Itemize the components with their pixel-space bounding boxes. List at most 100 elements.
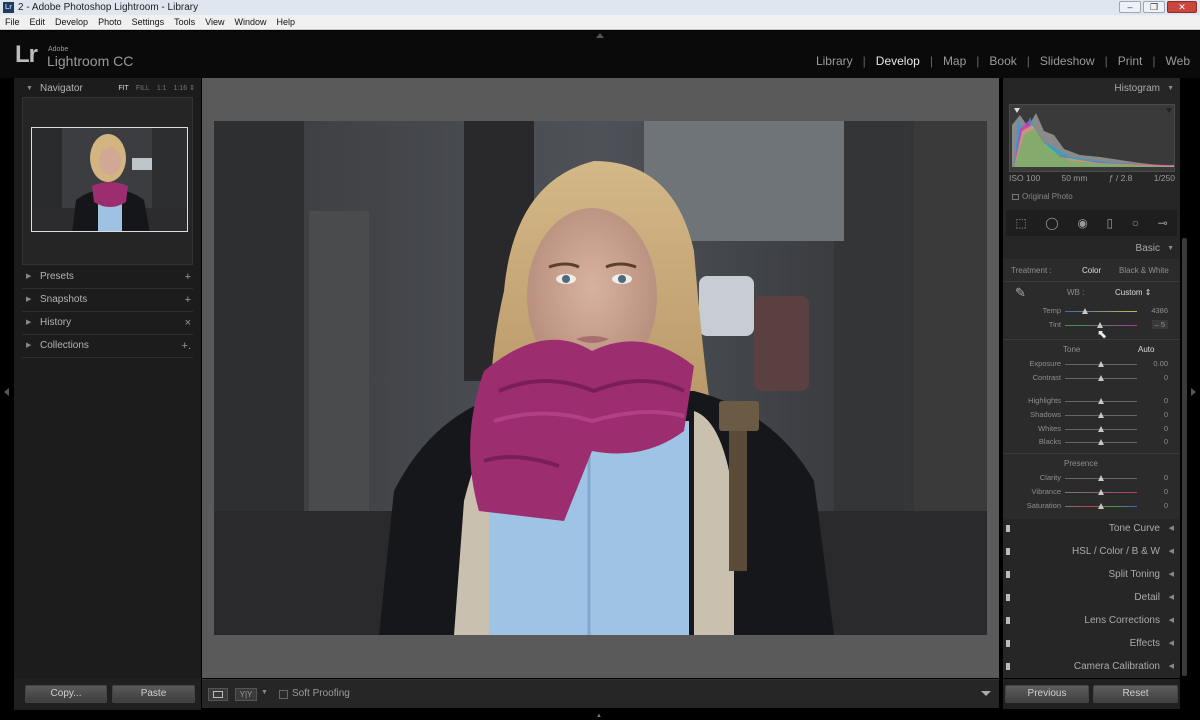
blacks-knob[interactable]: [1098, 439, 1104, 445]
exposure-slider[interactable]: Exposure 0.00: [1003, 359, 1180, 371]
shadows-knob[interactable]: [1098, 412, 1104, 418]
lens-corrections-header[interactable]: Lens Corrections ◀: [1003, 610, 1180, 632]
wb-preset-dropdown[interactable]: Custom ⇕: [1115, 288, 1152, 297]
red-eye-icon[interactable]: ◉: [1077, 216, 1087, 230]
tone-curve-header[interactable]: Tone Curve ◀: [1003, 518, 1180, 540]
add-preset-icon[interactable]: +: [185, 266, 191, 288]
presets-header[interactable]: ▶ Presets +: [14, 266, 201, 288]
blacks-value[interactable]: 0: [1164, 437, 1168, 446]
treatment-bw[interactable]: Black & White: [1119, 266, 1169, 275]
menu-edit[interactable]: Edit: [30, 15, 46, 29]
menu-photo[interactable]: Photo: [98, 15, 122, 29]
module-develop[interactable]: Develop: [866, 54, 930, 68]
close-button[interactable]: ✕: [1167, 1, 1197, 13]
highlights-knob[interactable]: [1098, 398, 1104, 404]
contrast-slider[interactable]: Contrast 0: [1003, 373, 1180, 385]
highlights-slider[interactable]: Highlights 0: [1003, 396, 1180, 408]
collections-header[interactable]: ▶ Collections +.: [14, 335, 201, 357]
whites-knob[interactable]: [1098, 426, 1104, 432]
contrast-knob[interactable]: [1098, 375, 1104, 381]
radial-filter-icon[interactable]: ○: [1132, 216, 1139, 230]
clarity-value[interactable]: 0: [1164, 473, 1168, 482]
temp-slider[interactable]: Temp 4386: [1003, 306, 1180, 318]
add-collection-icon[interactable]: +.: [182, 335, 191, 357]
toolbar-content-menu-icon[interactable]: [981, 691, 991, 696]
panel-switch-icon[interactable]: [1006, 663, 1010, 670]
adjustment-brush-icon[interactable]: ⊸: [1158, 216, 1168, 230]
menu-window[interactable]: Window: [235, 15, 267, 29]
temp-value[interactable]: 4386: [1151, 306, 1168, 315]
histogram-header[interactable]: Histogram ▼: [1003, 78, 1180, 100]
paste-settings-button[interactable]: Paste: [112, 685, 195, 703]
clarity-knob[interactable]: [1098, 475, 1104, 481]
minimize-button[interactable]: –: [1119, 1, 1141, 13]
module-web[interactable]: Web: [1156, 54, 1200, 68]
wb-eyedropper-icon[interactable]: ✎: [1015, 285, 1026, 301]
collapse-right-panel-icon[interactable]: [1191, 388, 1196, 396]
module-slideshow[interactable]: Slideshow: [1030, 54, 1105, 68]
highlights-value[interactable]: 0: [1164, 396, 1168, 405]
module-book[interactable]: Book: [979, 54, 1026, 68]
vibrance-slider[interactable]: Vibrance 0: [1003, 487, 1180, 499]
panel-switch-icon[interactable]: [1006, 548, 1010, 555]
temp-knob[interactable]: [1082, 308, 1089, 314]
collapse-top-panel-icon[interactable]: [596, 33, 604, 38]
vibrance-knob[interactable]: [1098, 489, 1104, 495]
module-library[interactable]: Library: [806, 54, 863, 68]
vibrance-value[interactable]: 0: [1164, 487, 1168, 496]
saturation-slider[interactable]: Saturation 0: [1003, 501, 1180, 513]
tint-slider[interactable]: Tint – 5: [1003, 320, 1180, 332]
camera-calibration-header[interactable]: Camera Calibration ◀: [1003, 656, 1180, 678]
crop-overlay-icon[interactable]: ⬚: [1015, 216, 1026, 230]
menu-settings[interactable]: Settings: [132, 15, 165, 29]
reset-button[interactable]: Reset: [1093, 685, 1178, 703]
whites-slider[interactable]: Whites 0: [1003, 424, 1180, 436]
main-photo[interactable]: [214, 121, 987, 635]
module-print[interactable]: Print: [1108, 54, 1153, 68]
panel-switch-icon[interactable]: [1006, 640, 1010, 647]
panel-switch-icon[interactable]: [1006, 525, 1010, 532]
histogram-graph[interactable]: [1009, 104, 1175, 172]
navigator-thumbnail[interactable]: [31, 127, 188, 232]
original-photo-checkbox[interactable]: [1012, 193, 1019, 200]
clarity-slider[interactable]: Clarity 0: [1003, 473, 1180, 485]
soft-proofing-checkbox[interactable]: [279, 690, 288, 699]
detail-header[interactable]: Detail ◀: [1003, 587, 1180, 609]
menu-tools[interactable]: Tools: [174, 15, 195, 29]
tint-value[interactable]: – 5: [1151, 320, 1168, 329]
add-snapshot-icon[interactable]: +: [185, 289, 191, 311]
compare-dropdown-icon[interactable]: ▼: [261, 689, 268, 696]
basic-header[interactable]: Basic ▼: [1003, 238, 1180, 260]
clear-history-icon[interactable]: ×: [185, 312, 191, 334]
exposure-knob[interactable]: [1098, 361, 1104, 367]
saturation-value[interactable]: 0: [1164, 501, 1168, 510]
shadows-value[interactable]: 0: [1164, 410, 1168, 419]
original-photo-toggle[interactable]: Original Photo: [1012, 192, 1073, 201]
before-after-icon[interactable]: Y|Y: [235, 688, 257, 701]
graduated-filter-icon[interactable]: ▯: [1106, 216, 1113, 230]
exposure-value[interactable]: 0.00: [1153, 359, 1168, 368]
auto-tone-button[interactable]: Auto: [1138, 345, 1154, 354]
menu-view[interactable]: View: [205, 15, 224, 29]
history-header[interactable]: ▶ History ×: [14, 312, 201, 334]
hsl-header[interactable]: HSL / Color / B & W ◀: [1003, 541, 1180, 563]
saturation-knob[interactable]: [1098, 503, 1104, 509]
shadows-slider[interactable]: Shadows 0: [1003, 410, 1180, 422]
filmstrip-toggle-icon[interactable]: ▲: [596, 713, 602, 719]
copy-settings-button[interactable]: Copy...: [25, 685, 107, 703]
menu-file[interactable]: File: [5, 15, 20, 29]
treatment-color[interactable]: Color: [1082, 266, 1101, 275]
panel-switch-icon[interactable]: [1006, 594, 1010, 601]
panel-switch-icon[interactable]: [1006, 571, 1010, 578]
blacks-slider[interactable]: Blacks 0: [1003, 437, 1180, 449]
loupe-view-icon[interactable]: [208, 688, 228, 701]
split-toning-header[interactable]: Split Toning ◀: [1003, 564, 1180, 586]
whites-value[interactable]: 0: [1164, 424, 1168, 433]
menu-help[interactable]: Help: [277, 15, 296, 29]
collapse-left-panel-icon[interactable]: [4, 388, 9, 396]
menu-develop[interactable]: Develop: [55, 15, 88, 29]
navigator-preview[interactable]: [22, 97, 193, 265]
previous-button[interactable]: Previous: [1005, 685, 1089, 703]
right-panel-scrollbar[interactable]: [1182, 238, 1187, 676]
effects-header[interactable]: Effects ◀: [1003, 633, 1180, 655]
